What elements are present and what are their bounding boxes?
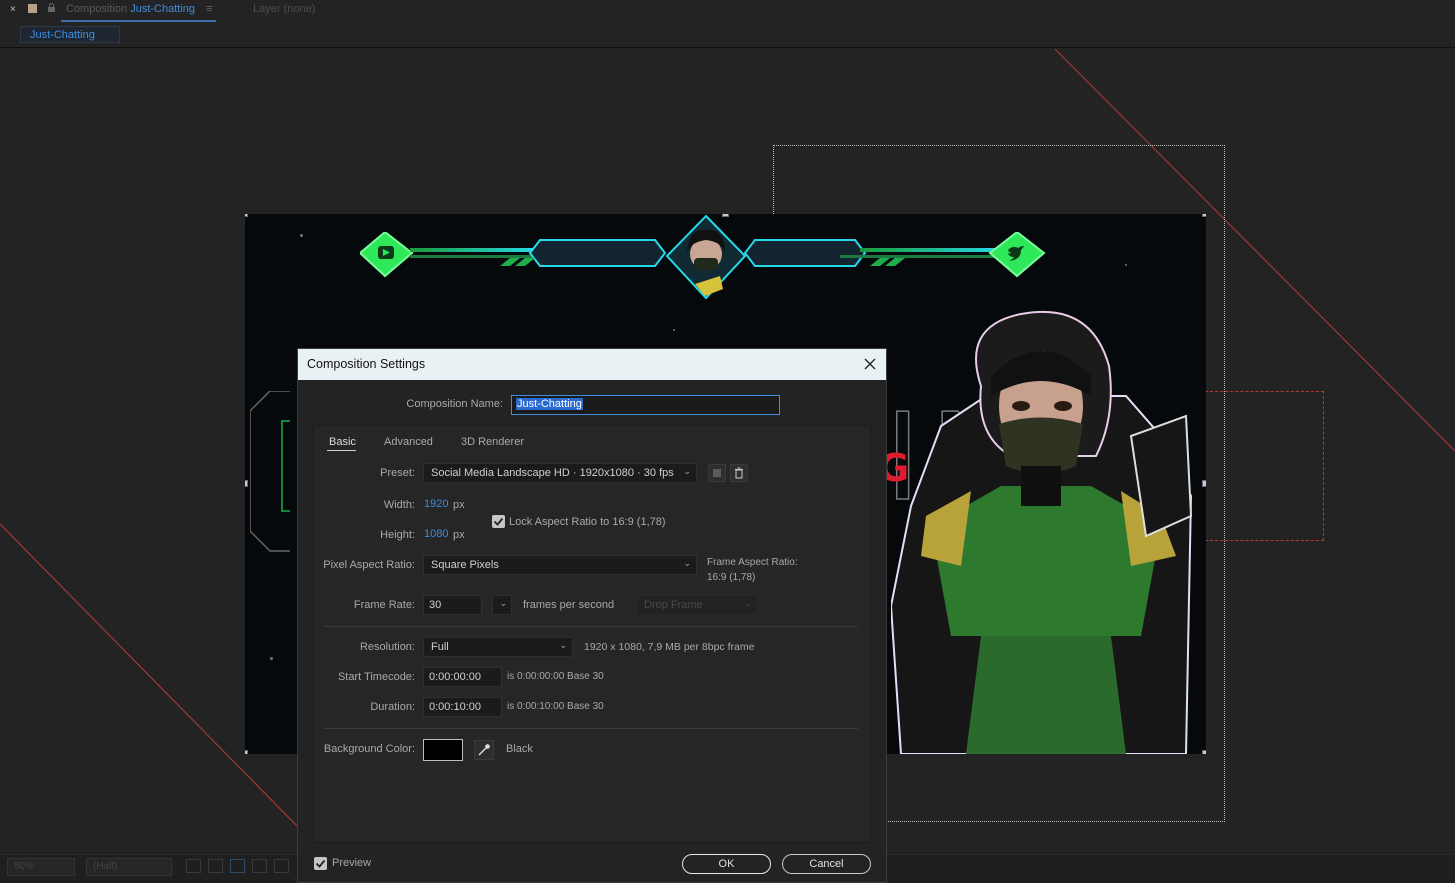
preview-label[interactable]: Preview (332, 857, 371, 869)
red-guide-rect (1200, 391, 1324, 541)
tab-basic[interactable]: Basic (329, 436, 356, 448)
pixel-aspect-label: Pixel Aspect Ratio: (323, 559, 415, 571)
zoom-dropdown[interactable]: 50% (7, 858, 75, 876)
frame-aspect-label: Frame Aspect Ratio: (707, 557, 798, 568)
width-value[interactable]: 1920 (424, 498, 448, 510)
chevron-down-icon: ⌄ (744, 598, 752, 608)
delete-preset-icon[interactable] (730, 464, 748, 482)
eyedropper-icon[interactable] (474, 740, 494, 760)
drop-frame-value: Drop Frame (644, 599, 703, 611)
background-color-swatch[interactable] (423, 739, 463, 761)
mask-visibility-icon[interactable] (230, 859, 245, 873)
comp-color-swatch[interactable] (28, 4, 37, 13)
background-color-label: Background Color: (323, 743, 415, 755)
background-color-name: Black (506, 743, 533, 755)
height-value[interactable]: 1080 (424, 528, 448, 540)
resolution-value: Full (431, 641, 449, 653)
star (1125, 264, 1127, 266)
transform-handle[interactable] (722, 214, 729, 217)
duration-input[interactable]: 0:00:10:00 (423, 697, 502, 717)
save-preset-icon[interactable] (708, 464, 726, 482)
start-timecode-input[interactable]: 0:00:00:00 (423, 667, 502, 687)
start-timecode-label: Start Timecode: (337, 671, 415, 683)
chevron-down-icon: ⌄ (559, 640, 567, 650)
panel-menu-icon[interactable]: ≡ (206, 3, 212, 15)
checkmark-icon (493, 517, 504, 526)
active-tab-indicator (61, 20, 216, 22)
composition-name-label: Composition Name: (406, 398, 503, 410)
active-tab-underline (327, 450, 356, 451)
star (270, 657, 273, 660)
snapshot-icon[interactable] (186, 859, 201, 873)
width-label: Width: (383, 499, 415, 511)
resolution-dropdown[interactable]: (Half) (86, 858, 172, 876)
dialog-title: Composition Settings (298, 349, 886, 380)
composition-tab-name: Just-Chatting (130, 3, 196, 15)
width-unit: px (453, 499, 465, 511)
lock-aspect-checkbox[interactable] (492, 515, 505, 528)
lock-icon[interactable] (47, 3, 56, 12)
composition-name-selection: Just-Chatting (516, 398, 583, 410)
duration-label: Duration: (370, 701, 415, 713)
frame-rate-input[interactable]: 30 (423, 595, 482, 615)
chevron-down-icon: ⌄ (499, 598, 507, 608)
pixel-aspect-value: Square Pixels (431, 559, 499, 571)
frame-rate-dropdown[interactable]: ⌄ (492, 595, 512, 615)
character-artwork (891, 310, 1193, 754)
checkmark-icon (315, 859, 326, 868)
frame-rate-label: Frame Rate: (353, 599, 415, 611)
composition-breadcrumb[interactable]: Just-Chatting (20, 26, 120, 43)
star (673, 329, 675, 331)
star (300, 234, 303, 237)
pixel-aspect-dropdown[interactable]: Square Pixels ⌄ (423, 555, 697, 575)
transform-handle[interactable] (245, 750, 248, 754)
cancel-button[interactable]: Cancel (782, 854, 871, 874)
transform-handle[interactable] (245, 480, 248, 487)
divider (324, 728, 858, 729)
composition-panel-header: × Composition Just-Chatting ≡ Layer (non… (0, 0, 1455, 48)
tab-advanced[interactable]: Advanced (384, 436, 433, 448)
transform-handle[interactable] (1202, 750, 1206, 754)
height-unit: px (453, 529, 465, 541)
composition-name-input[interactable]: Just-Chatting (511, 395, 780, 415)
transform-handle[interactable] (245, 214, 248, 217)
chevron-down-icon: ⌄ (683, 466, 691, 476)
tab-3d-renderer[interactable]: 3D Renderer (461, 436, 524, 448)
grid-guides-icon[interactable] (274, 859, 289, 873)
avatar-badge (665, 214, 747, 300)
height-label: Height: (380, 529, 415, 541)
preset-dropdown[interactable]: Social Media Landscape HD · 1920x1080 · … (423, 463, 697, 483)
close-tab-icon[interactable]: × (10, 4, 16, 15)
start-timecode-info: is 0:00:00:00 Base 30 (507, 671, 604, 682)
composition-settings-dialog: Composition Settings Composition Name: J… (297, 348, 887, 883)
chevron-down-icon: ⌄ (683, 558, 691, 568)
transform-handle[interactable] (1202, 214, 1206, 217)
ok-button[interactable]: OK (682, 854, 771, 874)
region-of-interest-icon[interactable] (252, 859, 267, 873)
layer-tab[interactable]: Layer (none) (253, 3, 315, 15)
resolution-select[interactable]: Full ⌄ (423, 637, 573, 657)
transform-handle[interactable] (1202, 480, 1206, 487)
lock-aspect-label[interactable]: Lock Aspect Ratio to 16:9 (1,78) (509, 516, 666, 528)
frame-rate-unit: frames per second (523, 599, 615, 611)
preset-value: Social Media Landscape HD · 1920x1080 · … (431, 467, 674, 479)
resolution-info: 1920 x 1080, 7,9 MB per 8bpc frame (584, 641, 755, 653)
resolution-label: Resolution: (359, 641, 415, 653)
close-icon[interactable] (860, 354, 880, 374)
drop-frame-dropdown: Drop Frame ⌄ (636, 595, 758, 615)
composition-tab-prefix: Composition (66, 3, 128, 15)
preset-label: Preset: (380, 467, 415, 479)
settings-panel: Basic Advanced 3D Renderer Preset: Socia… (313, 425, 871, 843)
composition-tab[interactable]: Composition Just-Chatting (66, 3, 195, 15)
divider (324, 626, 858, 627)
transparency-grid-icon[interactable] (208, 859, 223, 873)
duration-info: is 0:00:10:00 Base 30 (507, 701, 604, 712)
preview-checkbox[interactable] (314, 857, 327, 870)
frame-aspect-value: 16:9 (1,78) (707, 572, 756, 583)
